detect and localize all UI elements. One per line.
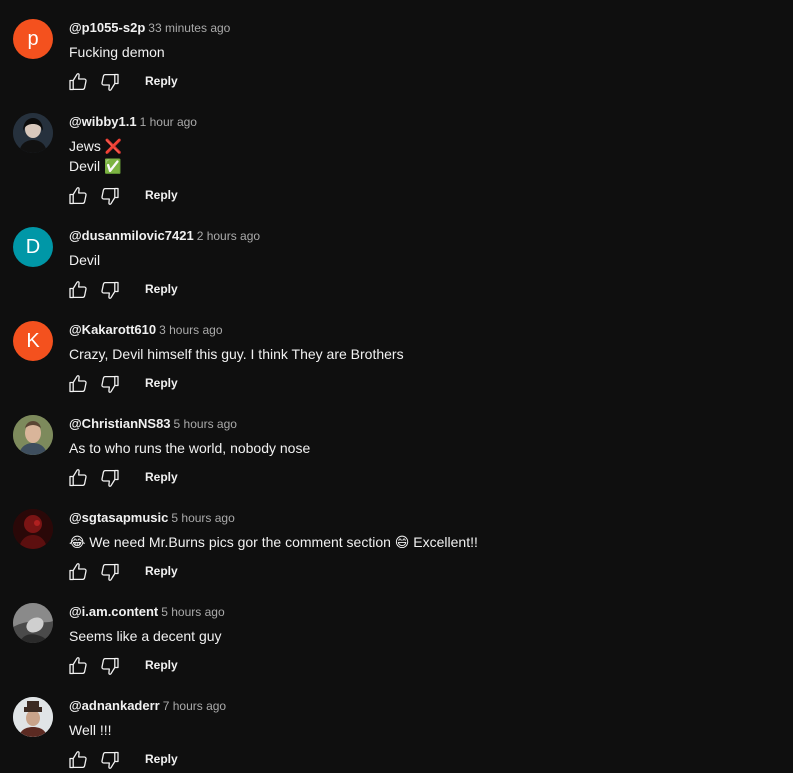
comment-text: Fucking demon: [69, 42, 165, 62]
thumbs-up-icon[interactable]: [66, 654, 90, 678]
reply-button[interactable]: Reply: [145, 563, 178, 579]
comment-text: Jews ❌ Devil ✅: [69, 136, 122, 176]
comment-text-line: Crazy, Devil himself this guy. I think T…: [69, 346, 404, 362]
reply-button[interactable]: Reply: [145, 187, 178, 203]
comment-text: Crazy, Devil himself this guy. I think T…: [69, 344, 404, 364]
comment-actions: Reply: [66, 70, 226, 94]
comment-text-line: Jews ❌: [69, 138, 123, 154]
avatar-letter: D: [25, 235, 41, 258]
comment-header: @adnankaderr 7 hours ago: [69, 698, 226, 714]
thumbs-down-icon[interactable]: [98, 560, 122, 584]
comment-time[interactable]: 2 hours ago: [197, 229, 260, 243]
reply-button[interactable]: Reply: [145, 657, 178, 673]
comment-text-line: Devil ✅: [69, 158, 122, 174]
thumbs-up-icon[interactable]: [66, 748, 90, 772]
comment-text: Well !!!: [69, 720, 112, 740]
comment-text-line: Seems like a decent guy: [69, 628, 222, 644]
avatar[interactable]: P: [13, 19, 53, 59]
thumbs-down-icon[interactable]: [98, 466, 122, 490]
thumbs-down-icon[interactable]: [98, 372, 122, 396]
comment-time[interactable]: 3 hours ago: [159, 323, 222, 337]
avatar[interactable]: [13, 509, 53, 549]
comment-text: 😂 We need Mr.Burns pics gor the comment …: [69, 532, 478, 552]
avatar[interactable]: [13, 113, 53, 153]
avatar[interactable]: K: [13, 321, 53, 361]
reply-button[interactable]: Reply: [145, 281, 178, 297]
comment-actions: Reply: [66, 748, 226, 772]
comment-time[interactable]: 7 hours ago: [163, 699, 226, 713]
comment-author[interactable]: @Kakarott610: [69, 322, 156, 337]
avatar-photo: [13, 113, 53, 153]
comment-header: @p1055-s2p 33 minutes ago: [69, 20, 230, 36]
reply-button[interactable]: Reply: [145, 73, 178, 89]
comment-author[interactable]: @dusanmilovic7421: [69, 228, 194, 243]
avatar-photo: [13, 697, 53, 737]
thumbs-up-icon[interactable]: [66, 278, 90, 302]
comment-time[interactable]: 33 minutes ago: [148, 21, 230, 35]
reply-button[interactable]: Reply: [145, 375, 178, 391]
thumbs-up-icon[interactable]: [66, 560, 90, 584]
comment-author[interactable]: @p1055-s2p: [69, 20, 145, 35]
comment-text-line: Devil: [69, 252, 101, 268]
comment-text-line: 😂 We need Mr.Burns pics gor the comment …: [69, 534, 478, 550]
comment-actions: Reply: [66, 466, 226, 490]
thumbs-up-icon[interactable]: [66, 70, 90, 94]
avatar-letter: P: [27, 27, 39, 50]
comment-text: Devil: [69, 250, 100, 270]
avatar[interactable]: D: [13, 227, 53, 267]
comment-text: Seems like a decent guy: [69, 626, 222, 646]
avatar-photo: [13, 603, 53, 643]
comment-header: @sgtasapmusic 5 hours ago: [69, 510, 235, 526]
comment-text-line: Well !!!: [69, 722, 112, 738]
avatar[interactable]: [13, 415, 53, 455]
avatar[interactable]: [13, 603, 53, 643]
comment-text: As to who runs the world, nobody nose: [69, 438, 310, 458]
avatar-photo: [13, 509, 53, 549]
comment-text-line: As to who runs the world, nobody nose: [69, 440, 311, 456]
thumbs-down-icon[interactable]: [98, 748, 122, 772]
comment-author[interactable]: @wibby1.1: [69, 114, 137, 129]
thumbs-down-icon[interactable]: [98, 184, 122, 208]
thumbs-up-icon[interactable]: [66, 184, 90, 208]
comment-header: @Kakarott610 3 hours ago: [69, 322, 223, 338]
comment-author[interactable]: @adnankaderr: [69, 698, 160, 713]
comment-actions: Reply: [66, 654, 226, 678]
avatar-photo: [13, 415, 53, 455]
comment-time[interactable]: 1 hour ago: [140, 115, 197, 129]
thumbs-down-icon[interactable]: [98, 278, 122, 302]
thumbs-down-icon[interactable]: [98, 654, 122, 678]
thumbs-up-icon[interactable]: [66, 466, 90, 490]
reply-button[interactable]: Reply: [145, 751, 178, 767]
comment-actions: Reply: [66, 560, 226, 584]
comment-author[interactable]: @ChristianNS83: [69, 416, 171, 431]
comment-header: @i.am.content 5 hours ago: [69, 604, 225, 620]
reply-button[interactable]: Reply: [145, 469, 178, 485]
comment-text-line: Fucking demon: [69, 44, 165, 60]
comment-author[interactable]: @sgtasapmusic: [69, 510, 168, 525]
comment-actions: Reply: [66, 184, 226, 208]
comment-actions: Reply: [66, 278, 226, 302]
thumbs-down-icon[interactable]: [98, 70, 122, 94]
comment-time[interactable]: 5 hours ago: [161, 605, 224, 619]
comment-time[interactable]: 5 hours ago: [174, 417, 237, 431]
comments-section: P @p1055-s2p 33 minutes ago Fucking demon…: [0, 0, 793, 773]
comment-time[interactable]: 5 hours ago: [171, 511, 234, 525]
comment-header: @wibby1.1 1 hour ago: [69, 114, 197, 130]
avatar-letter: K: [26, 329, 40, 352]
comment-author[interactable]: @i.am.content: [69, 604, 158, 619]
avatar[interactable]: [13, 697, 53, 737]
thumbs-up-icon[interactable]: [66, 372, 90, 396]
comment-actions: Reply: [66, 372, 226, 396]
comment-header: @ChristianNS83 5 hours ago: [69, 416, 237, 432]
comment-header: @dusanmilovic7421 2 hours ago: [69, 228, 260, 244]
